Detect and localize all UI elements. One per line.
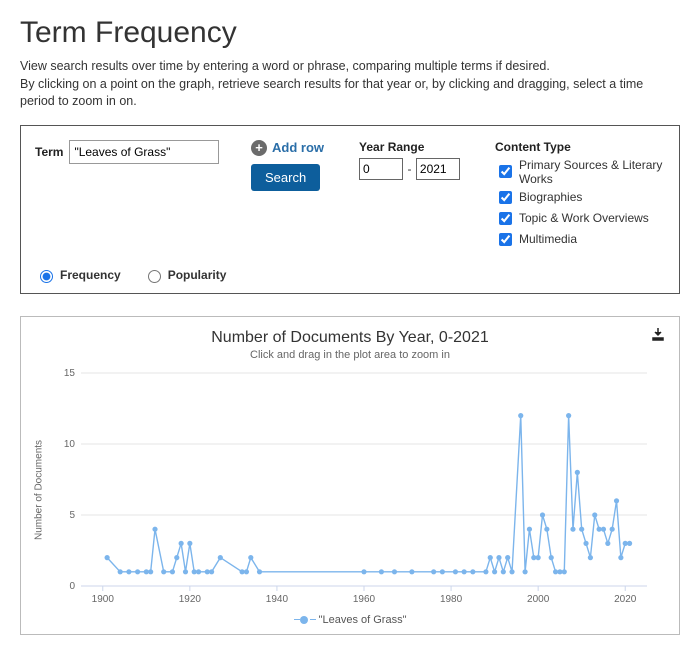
chart-panel: Number of Documents By Year, 0-2021 Clic… bbox=[20, 316, 680, 635]
svg-text:1980: 1980 bbox=[440, 594, 463, 605]
legend-marker-icon bbox=[300, 616, 308, 624]
chart-subtitle: Click and drag in the plot area to zoom … bbox=[31, 349, 669, 361]
content-type-option: Primary Sources & Literary Works bbox=[495, 158, 665, 186]
legend-label: "Leaves of Grass" bbox=[319, 614, 407, 626]
svg-text:1960: 1960 bbox=[353, 594, 376, 605]
y-axis-label: Number of Documents bbox=[31, 367, 47, 612]
year-range-label: Year Range bbox=[359, 140, 479, 154]
chart-legend: "Leaves of Grass" bbox=[31, 614, 669, 626]
content-type-label-text: Multimedia bbox=[519, 232, 577, 246]
svg-text:1900: 1900 bbox=[92, 594, 115, 605]
content-type-label-text: Primary Sources & Literary Works bbox=[519, 158, 665, 186]
mode-radio-group: Frequency Popularity bbox=[35, 267, 665, 283]
content-type-label-text: Biographies bbox=[519, 190, 582, 204]
content-type-label-text: Topic & Work Overviews bbox=[519, 211, 649, 225]
svg-text:2020: 2020 bbox=[614, 594, 637, 605]
content-type-checkbox[interactable] bbox=[499, 212, 512, 225]
year-range-dash: - bbox=[407, 162, 411, 176]
chart-title: Number of Documents By Year, 0-2021 bbox=[31, 329, 669, 347]
term-label: Term bbox=[35, 145, 63, 159]
add-row-button[interactable]: + Add row bbox=[251, 140, 324, 156]
page-title: Term Frequency bbox=[20, 16, 680, 50]
svg-text:2000: 2000 bbox=[527, 594, 550, 605]
page-description: View search results over time by enterin… bbox=[20, 58, 680, 111]
content-type-option: Multimedia bbox=[495, 230, 665, 249]
svg-text:10: 10 bbox=[64, 439, 76, 450]
svg-text:1940: 1940 bbox=[266, 594, 289, 605]
content-type-checkbox[interactable] bbox=[499, 165, 512, 178]
search-button[interactable]: Search bbox=[251, 164, 320, 191]
svg-text:15: 15 bbox=[64, 368, 76, 379]
content-type-group: Content Type Primary Sources & Literary … bbox=[495, 140, 665, 251]
svg-text:0: 0 bbox=[69, 581, 75, 592]
svg-text:5: 5 bbox=[69, 510, 75, 521]
year-from-input[interactable] bbox=[359, 158, 403, 180]
year-to-input[interactable] bbox=[416, 158, 460, 180]
content-type-label: Content Type bbox=[495, 140, 665, 154]
search-panel: Term + Add row Search Year Range - Conte… bbox=[20, 125, 680, 294]
content-type-checkbox[interactable] bbox=[499, 233, 512, 246]
content-type-checkbox[interactable] bbox=[499, 191, 512, 204]
plus-icon: + bbox=[251, 140, 267, 156]
radio-frequency[interactable]: Frequency bbox=[35, 267, 121, 283]
content-type-option: Biographies bbox=[495, 188, 665, 207]
svg-text:1920: 1920 bbox=[179, 594, 202, 605]
chart-plot[interactable]: 0 5 10 15 1900 1920 1940 1960 1980 2000 2020 bbox=[47, 367, 669, 612]
term-input[interactable] bbox=[69, 140, 219, 164]
content-type-option: Topic & Work Overviews bbox=[495, 209, 665, 228]
radio-popularity[interactable]: Popularity bbox=[143, 267, 227, 283]
download-icon[interactable] bbox=[651, 327, 665, 346]
